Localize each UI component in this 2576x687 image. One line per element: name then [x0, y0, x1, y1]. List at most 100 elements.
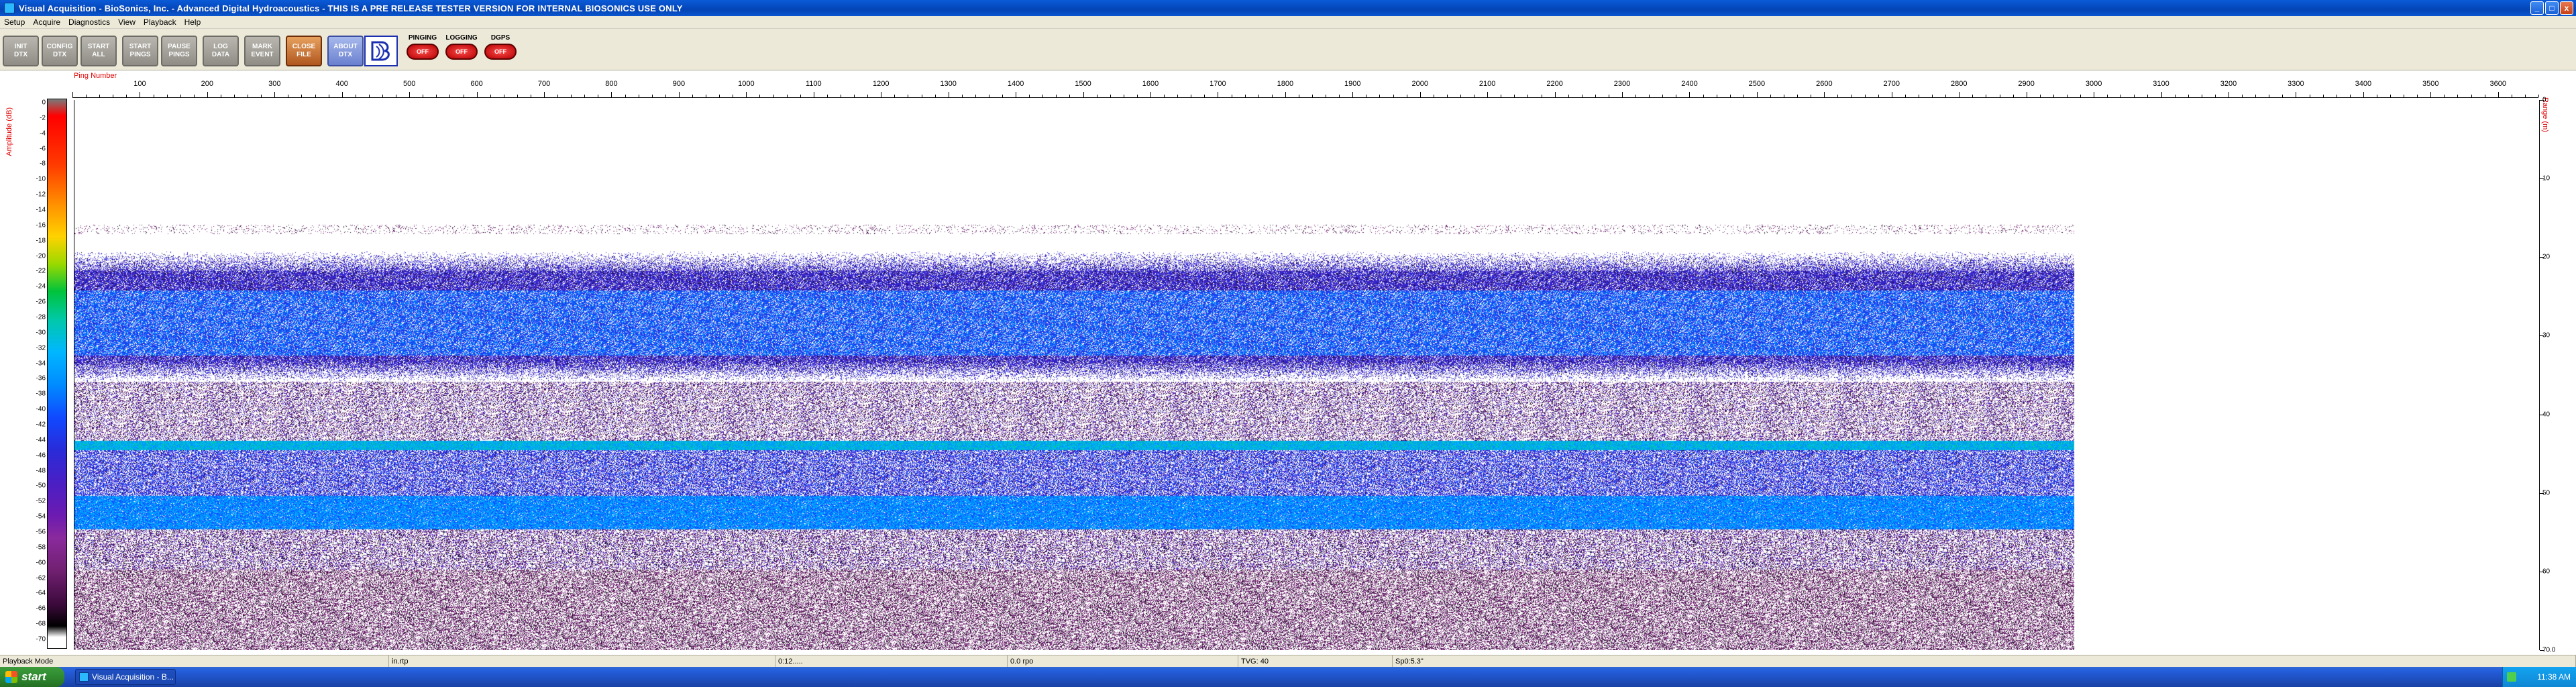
ping-tick-mark — [274, 92, 276, 97]
clock: 11:38 AM — [2537, 672, 2571, 682]
ping-tick-mark — [1002, 95, 1004, 97]
ping-tick-mark — [2012, 95, 2014, 97]
ping-tick-label: 2900 — [2018, 80, 2035, 88]
amplitude-colorbar[interactable] — [47, 99, 67, 649]
button-label: ABOUT — [333, 43, 358, 50]
ping-tick-mark — [692, 95, 694, 97]
ping-tick-mark — [1271, 95, 1273, 97]
button-label: DTX — [53, 51, 66, 58]
indicator-state: OFF — [445, 44, 478, 60]
echogram-plot[interactable] — [74, 100, 2540, 650]
ping-tick-mark — [2322, 95, 2324, 97]
ping-tick-mark — [1527, 95, 1529, 97]
ping-tick-mark — [72, 92, 73, 97]
amplitude-tick-label: -32 — [36, 344, 46, 352]
ping-tick-mark — [2242, 95, 2243, 97]
colorbar-gradient — [48, 99, 66, 648]
ping-tick-label: 3500 — [2422, 80, 2439, 88]
button-label: DTX — [14, 51, 28, 58]
button-label: ALL — [92, 51, 105, 58]
minimize-button[interactable]: _ — [2530, 1, 2544, 15]
amplitude-tick-label: -16 — [36, 221, 46, 229]
menu-help[interactable]: Help — [180, 17, 205, 27]
ping-tick-mark — [1932, 95, 1933, 97]
ping-tick-mark — [2147, 95, 2149, 97]
ping-tick-mark — [1419, 92, 1421, 97]
amplitude-tick-label: -62 — [36, 574, 46, 582]
button-label: CONFIG — [46, 43, 73, 50]
close-window-button[interactable]: x — [2560, 1, 2573, 15]
ping-tick-mark — [665, 95, 666, 97]
ping-tick-mark — [1056, 95, 1057, 97]
app-icon — [79, 672, 89, 682]
amplitude-tick-label: -6 — [40, 145, 46, 153]
ping-tick-label: 2100 — [1479, 80, 1496, 88]
menu-diagnostics[interactable]: Diagnostics — [64, 17, 114, 27]
indicator-label: LOGGING — [445, 34, 478, 42]
range-tick-mark — [2540, 650, 2544, 651]
status-tvg: TVG: 40 — [1238, 655, 1393, 668]
menu-view[interactable]: View — [114, 17, 140, 27]
button-label: START — [129, 43, 152, 50]
ping-tick-mark — [544, 92, 545, 97]
amplitude-tick-label: 0 — [42, 99, 46, 107]
button-label: INIT — [14, 43, 28, 50]
ping-tick-mark — [1312, 95, 1313, 97]
ping-tick-mark — [759, 95, 761, 97]
ping-tick-mark — [894, 95, 896, 97]
menu-setup[interactable]: Setup — [0, 17, 29, 27]
ping-tick-mark — [1729, 95, 1731, 97]
ping-tick-label: 1500 — [1075, 80, 1091, 88]
start-all-button[interactable]: START ALL — [80, 36, 117, 66]
ping-tick-mark — [1136, 95, 1138, 97]
start-button[interactable]: start — [0, 667, 64, 687]
taskbar-item-visual-acquisition[interactable]: Visual Acquisition - B... — [75, 669, 176, 685]
ping-tick-mark — [1244, 95, 1246, 97]
ping-tick-mark — [2134, 95, 2135, 97]
button-label: PAUSE — [168, 43, 191, 50]
network-icon[interactable] — [2507, 672, 2516, 682]
dgps-indicator: DGPS OFF — [482, 34, 519, 68]
close-file-button[interactable]: CLOSE FILE — [286, 36, 322, 66]
ping-tick-label: 2500 — [1748, 80, 1766, 88]
echogram-canvas[interactable] — [74, 100, 2539, 650]
toolbar: INIT DTX CONFIG DTX START ALL START PINGS PA… — [0, 29, 2576, 70]
config-dtx-button[interactable]: CONFIG DTX — [42, 36, 78, 66]
biosonics-logo-icon[interactable] — [364, 36, 398, 66]
ping-tick-mark — [611, 92, 612, 97]
ping-tick-mark — [719, 95, 720, 97]
ping-tick-mark — [1945, 95, 1947, 97]
ping-tick-mark — [1110, 95, 1111, 97]
amplitude-tick-label: -14 — [36, 206, 46, 214]
ping-tick-mark — [86, 95, 87, 97]
pause-pings-button[interactable]: PAUSE PINGS — [161, 36, 197, 66]
about-dtx-button[interactable]: ABOUT DTX — [327, 36, 364, 66]
mark-event-button[interactable]: MARK EVENT — [244, 36, 280, 66]
button-label: PINGS — [129, 51, 151, 58]
ping-tick-mark — [1083, 92, 1084, 97]
ping-tick-label: 900 — [672, 80, 686, 88]
ping-tick-mark — [800, 95, 801, 97]
ping-tick-mark — [180, 95, 181, 97]
ping-tick-label: 1900 — [1344, 80, 1361, 88]
ping-tick-mark — [2457, 95, 2459, 97]
ping-tick-mark — [2390, 95, 2392, 97]
amplitude-tick-label: -18 — [36, 237, 46, 245]
ping-tick-mark — [1177, 95, 1179, 97]
ping-tick-mark — [2107, 95, 2108, 97]
log-data-button[interactable]: LOG DATA — [203, 36, 239, 66]
menu-playback[interactable]: Playback — [140, 17, 180, 27]
maximize-button[interactable]: □ — [2545, 1, 2559, 15]
ping-number-axis: 100 200 300 400 500 600 700 800 900 1000 1100 1200 1… — [72, 80, 2539, 100]
init-dtx-button[interactable]: INIT DTX — [3, 36, 39, 66]
ping-tick-mark — [1595, 95, 1596, 97]
ping-tick-mark — [409, 92, 411, 97]
start-pings-button[interactable]: START PINGS — [122, 36, 158, 66]
ping-tick-mark — [1514, 95, 1515, 97]
menu-acquire[interactable]: Acquire — [29, 17, 64, 27]
range-scale: 0 10 20 30 40 50 60 70.0 — [2540, 97, 2573, 654]
ping-tick-label: 2600 — [1816, 80, 1833, 88]
ping-tick-mark — [975, 95, 976, 97]
amplitude-tick-label: -58 — [36, 543, 46, 551]
amplitude-tick-label: -40 — [36, 405, 46, 413]
